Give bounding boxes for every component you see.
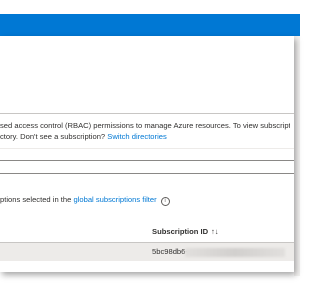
background-edge [294,36,300,276]
info-icon[interactable]: i [160,197,170,206]
column-header-subscription-id[interactable]: Subscription ID ↑↓ [152,227,219,236]
rbac-info-text: sed access control (RBAC) permissions to… [0,120,290,142]
table-row[interactable]: 5bc98db6- [0,243,294,261]
divider [0,113,294,114]
table-header: Subscription ID ↑↓ [0,222,294,243]
search-input[interactable] [0,160,294,174]
subscription-filter-note: ptions selected in the global subscripti… [0,194,170,206]
switch-directories-link[interactable]: Switch directories [107,132,167,141]
info-line-2-text: ctory. Don't see a subscription? [0,132,108,141]
info-line-2: ctory. Don't see a subscription? Switch … [0,131,290,142]
column-header-label: Subscription ID [152,227,209,236]
info-line-1: sed access control (RBAC) permissions to… [0,121,290,130]
subscription-id-cell: 5bc98db6- [152,247,188,256]
divider [0,148,294,149]
redacted-block [185,248,285,257]
portal-header-bar [0,14,300,36]
sort-icon[interactable]: ↑↓ [211,227,219,236]
global-subscriptions-filter-link[interactable]: global subscriptions filter [73,195,156,204]
filter-note-text: ptions selected in the [0,195,74,204]
